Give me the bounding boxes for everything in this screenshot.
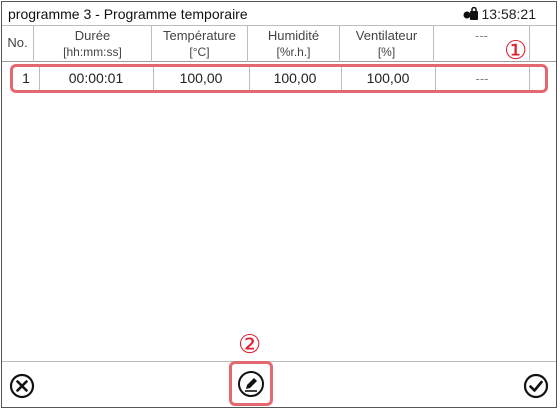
- cell-no: 1: [13, 67, 40, 90]
- table-row[interactable]: 1 00:00:01 100,00 100,00 100,00 ---: [10, 64, 548, 93]
- column-header-humidity: Humidité [%r.h.]: [248, 26, 340, 62]
- footer-bar: [2, 361, 556, 407]
- annotation-marker-2: ②: [238, 330, 262, 360]
- column-header-temperature: Température [°C]: [152, 26, 248, 62]
- column-header-duration: Durée [hh:mm:ss]: [34, 26, 152, 62]
- confirm-button[interactable]: [520, 370, 552, 402]
- cell-temperature: 100,00: [153, 67, 250, 90]
- close-circle-icon: [9, 373, 35, 399]
- cancel-button[interactable]: [6, 370, 38, 402]
- annotation-marker-1: ①: [504, 36, 528, 66]
- table-header: No. Durée [hh:mm:ss] Température [°C] Hu…: [2, 26, 556, 62]
- cell-humidity: 100,00: [249, 67, 342, 90]
- title-bar: programme 3 - Programme temporaire 13:58…: [2, 2, 556, 26]
- clock-time: 13:58:21: [481, 6, 537, 22]
- cell-extra: ---: [435, 67, 530, 90]
- cell-fan: 100,00: [341, 67, 436, 90]
- page-title: programme 3 - Programme temporaire: [8, 6, 248, 22]
- edit-button-highlight: [229, 361, 273, 406]
- cell-duration: 00:00:01: [39, 67, 154, 90]
- column-header-fan: Ventilateur [%]: [340, 26, 434, 62]
- lock-icon: [463, 6, 479, 21]
- status-area: 13:58:21: [463, 6, 537, 22]
- column-header-no: No.: [2, 26, 34, 62]
- check-circle-icon: [523, 373, 549, 399]
- program-editor-screen: programme 3 - Programme temporaire 13:58…: [1, 1, 557, 408]
